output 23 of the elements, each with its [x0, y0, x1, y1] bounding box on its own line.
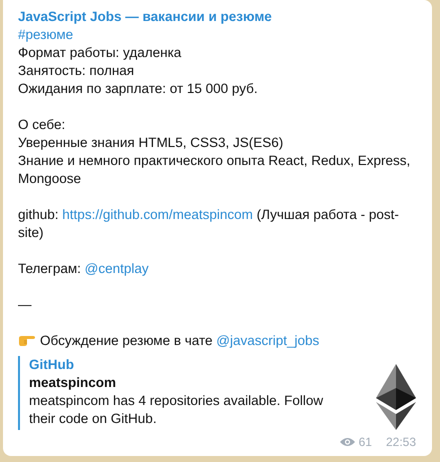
pointing-hand-icon: [18, 333, 35, 346]
message-text: Обсуждение резюме в чате @javascript_jobs: [18, 332, 423, 350]
preview-description: meatspincom has 4 repositories available. Follow their code on GitHub.: [29, 392, 324, 428]
diamond-logo-icon: [376, 364, 416, 430]
message-text: Формат работы: удаленка: [18, 44, 182, 62]
channel-name[interactable]: JavaScript Jobs — вакансии и резюме: [18, 8, 416, 26]
message-text: Телеграм: @centplay: [18, 260, 150, 278]
message-text: Ожидания по зарплате: от 15 000 руб.: [18, 80, 259, 98]
message-text: —: [18, 296, 32, 314]
preview-site: GitHub: [29, 356, 75, 374]
eye-icon: [340, 437, 355, 447]
message-text: github: https://github.com/meatspincom (Лучшая работа - post-site): [18, 206, 400, 242]
message-text: О себе:: [18, 116, 66, 134]
link[interactable]: @javascript_jobs: [216, 333, 320, 348]
link[interactable]: https://github.com/meatspincom: [62, 207, 253, 222]
link[interactable]: #резюме: [18, 27, 74, 42]
message-text: Знание и немного практического опыта React, Redux, Express, Mongoose: [18, 152, 412, 188]
link[interactable]: @centplay: [84, 261, 149, 276]
message-text: Уверенные знания HTML5, CSS3, JS(ES6): [18, 134, 284, 152]
preview-title: meatspincom: [29, 374, 118, 392]
message-time: 22:53: [386, 434, 416, 451]
view-count: 61: [358, 434, 372, 451]
message-text: Занятость: полная: [18, 62, 136, 80]
